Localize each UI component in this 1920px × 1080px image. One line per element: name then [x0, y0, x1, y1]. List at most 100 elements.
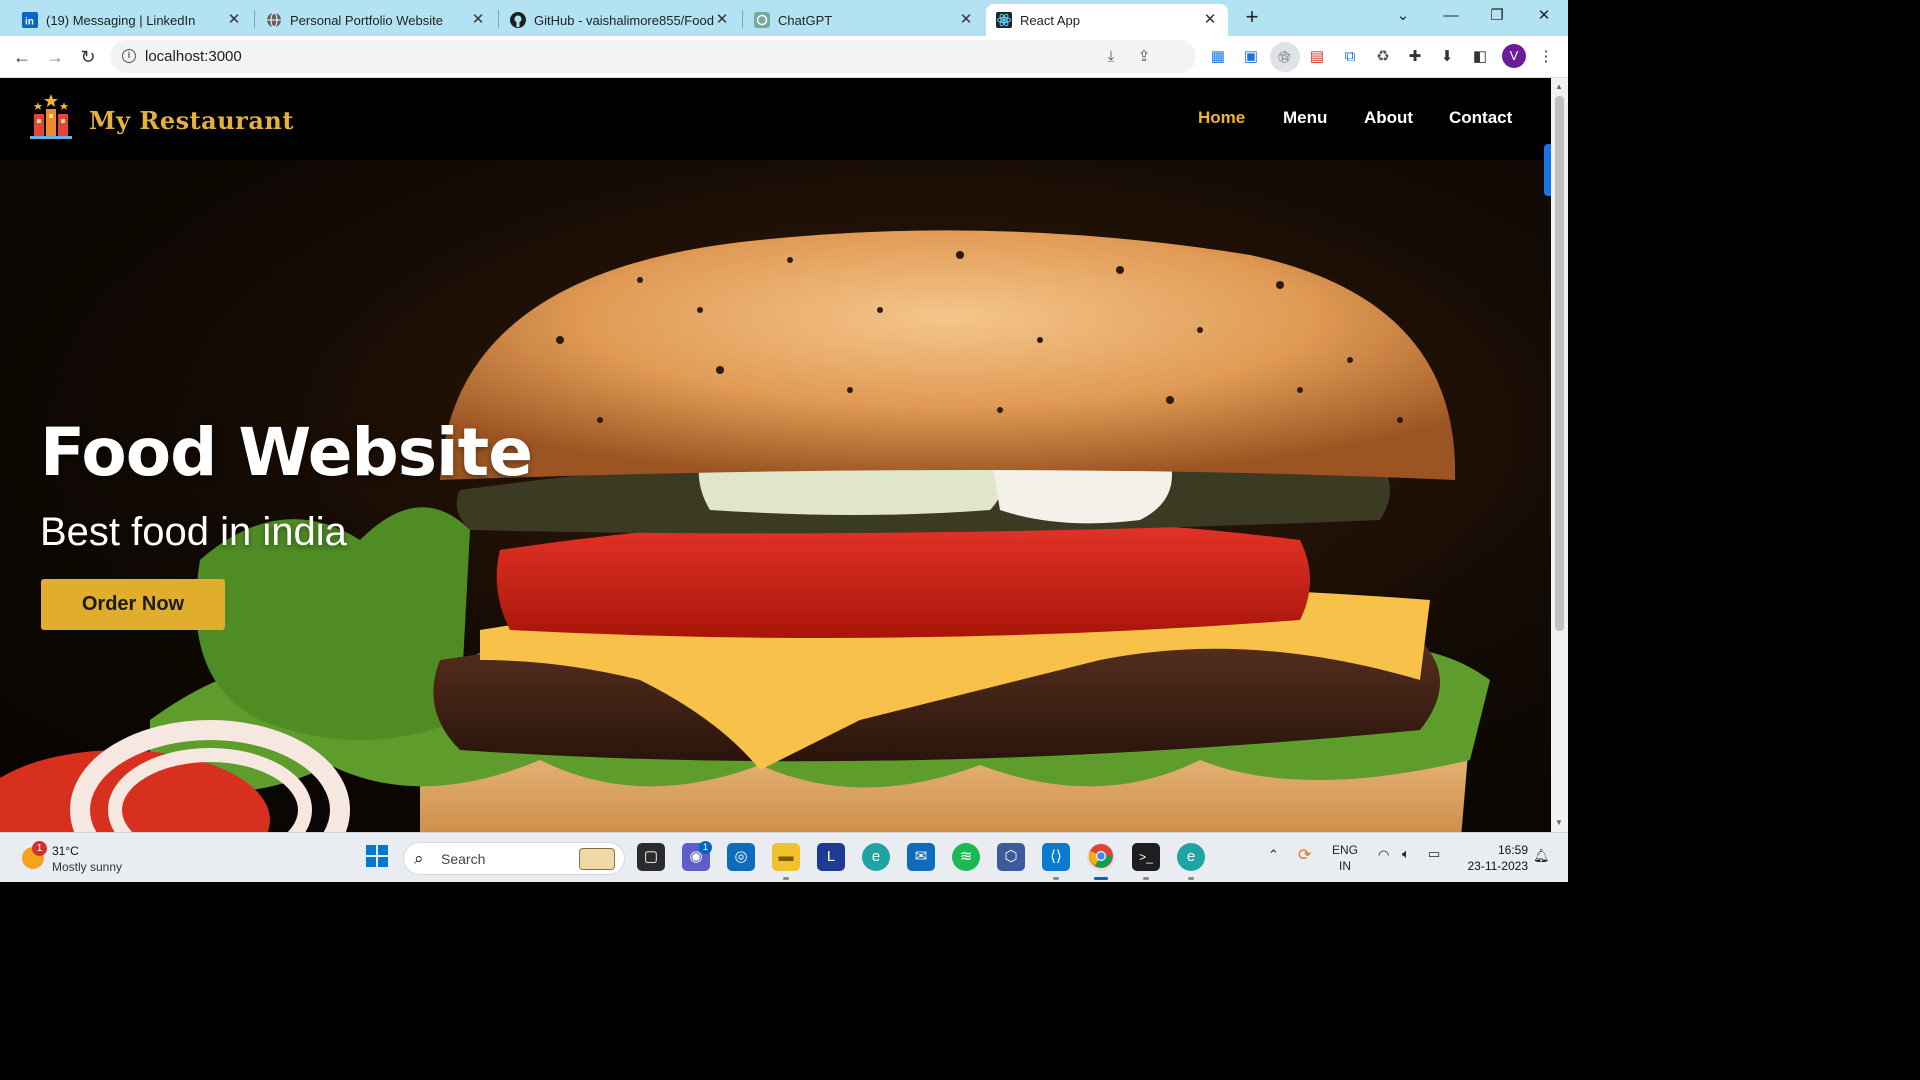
chevron-up-icon[interactable]: ⌃	[1268, 847, 1279, 863]
extension-circle-icon[interactable]: ◎	[1273, 46, 1295, 68]
close-icon[interactable]: ✕	[470, 12, 486, 28]
notifications-icon[interactable]: 🔔︎	[1533, 848, 1550, 864]
extension-grid-icon[interactable]: ▦	[1207, 46, 1229, 68]
taskbar-search-box[interactable]: ⌕ Search	[403, 842, 625, 875]
side-panel-icon[interactable]: ◧	[1469, 46, 1491, 68]
tab-divider	[498, 10, 499, 28]
extensions-puzzle-icon[interactable]: ✚	[1404, 46, 1426, 68]
volume-icon[interactable]: 🔈︎	[1402, 846, 1410, 862]
downloads-icon[interactable]: ⬇	[1436, 46, 1458, 68]
tab-title: ChatGPT	[778, 12, 833, 28]
language-indicator[interactable]: ENG IN	[1332, 842, 1358, 874]
battery-icon[interactable]: ▭	[1428, 846, 1440, 862]
wifi-icon[interactable]: ◠	[1378, 847, 1389, 863]
extension-screen-icon[interactable]: ▣	[1240, 46, 1262, 68]
scrollbar-thumb[interactable]	[1555, 96, 1564, 631]
extension-calendar-icon[interactable]: ▤	[1306, 46, 1328, 68]
mail-icon[interactable]: ✉	[907, 843, 935, 871]
site-logo-text[interactable]: My Restaurant	[89, 106, 294, 135]
search-highlight-art-icon	[579, 848, 615, 870]
close-icon[interactable]: ✕	[226, 12, 242, 28]
tab-divider	[254, 10, 255, 28]
edge-browser-icon[interactable]: e	[862, 843, 890, 871]
order-now-button[interactable]: Order Now	[41, 579, 225, 630]
scroll-down-arrow-icon[interactable]: ▼	[1555, 818, 1563, 827]
windows-start-icon[interactable]	[363, 843, 391, 871]
hero-subtitle: Best food in india	[40, 510, 347, 554]
spotify-icon[interactable]: ≋	[952, 843, 980, 871]
restaurant-logo-icon[interactable]	[26, 92, 76, 142]
close-icon[interactable]: ✕	[958, 12, 974, 28]
file-explorer-icon[interactable]: ▬	[772, 843, 800, 871]
browser-tab-strip: in (19) Messaging | LinkedIn ✕ Personal …	[0, 0, 1568, 36]
store-app-icon[interactable]: ◎	[727, 843, 755, 871]
tab-react-app[interactable]: React App ✕	[986, 4, 1228, 36]
vscode-icon[interactable]: ⟨⟩	[1042, 843, 1070, 871]
search-icon: ⌕	[414, 849, 424, 868]
install-app-icon[interactable]: ⤓	[1101, 47, 1121, 67]
tab-title: Personal Portfolio Website	[290, 12, 443, 28]
close-icon[interactable]: ✕	[714, 12, 730, 28]
react-icon	[996, 12, 1012, 28]
extension-recycle-icon[interactable]: ♻	[1372, 46, 1394, 68]
close-icon[interactable]: ✕	[1202, 12, 1218, 28]
active-app-indicator	[1094, 877, 1108, 880]
running-indicator	[783, 877, 789, 880]
address-bar[interactable]: i localhost:3000 ⤓ ⇪ ☆	[110, 40, 1300, 73]
nav-menu-link[interactable]: Menu	[1283, 108, 1327, 128]
back-arrow-icon[interactable]: ←	[9, 44, 35, 70]
burger-image	[0, 230, 1490, 832]
terminal-icon[interactable]: >_	[1132, 843, 1160, 871]
tab-title: (19) Messaging | LinkedIn	[46, 12, 196, 28]
virtualbox-icon[interactable]: ⬡	[997, 843, 1025, 871]
weather-widget[interactable]: 1 31°C Mostly sunny	[20, 841, 170, 877]
tab-title: GitHub - vaishalimore855/Food-	[534, 12, 714, 28]
running-indicator	[1053, 877, 1059, 880]
hero-section	[0, 160, 1551, 832]
nav-about-link[interactable]: About	[1364, 108, 1413, 128]
window-close-icon[interactable]: ✕	[1527, 4, 1561, 30]
tab-linkedin[interactable]: in (19) Messaging | LinkedIn ✕	[12, 4, 252, 36]
sync-icon[interactable]: ⟳	[1298, 845, 1311, 865]
clock-date: 23-11-2023	[1467, 859, 1529, 873]
chrome-icon[interactable]	[1087, 843, 1115, 871]
chatgpt-icon	[754, 12, 770, 28]
taskbar-search-label: Search	[441, 851, 486, 867]
page-scrollbar[interactable]: ▲ ▼	[1551, 78, 1568, 832]
more-menu-icon[interactable]: ⋮	[1535, 46, 1557, 68]
scroll-up-arrow-icon[interactable]: ▲	[1555, 82, 1563, 91]
restore-icon[interactable]: ❐	[1480, 4, 1514, 30]
meet-badge: 1	[699, 841, 712, 854]
clock-time: 16:59	[1497, 843, 1528, 857]
extension-copy-icon[interactable]: ⧉	[1339, 46, 1361, 68]
site-info-icon[interactable]: i	[122, 49, 136, 63]
tab-portfolio[interactable]: Personal Portfolio Website ✕	[256, 4, 496, 36]
url-text[interactable]: localhost:3000	[145, 48, 242, 65]
region-code: IN	[1339, 859, 1351, 873]
weather-temperature: 31°C	[52, 844, 79, 858]
edge-dev-icon[interactable]: e	[1177, 843, 1205, 871]
windows-taskbar: 1 31°C Mostly sunny ⌕ Search ▢ ◉ 1 ◎ ▬ L…	[0, 832, 1568, 882]
nav-home-link[interactable]: Home	[1198, 108, 1245, 128]
globe-icon	[266, 12, 282, 28]
app-l-icon[interactable]: L	[817, 843, 845, 871]
tab-github[interactable]: GitHub - vaishalimore855/Food- ✕	[500, 4, 740, 36]
forward-arrow-icon[interactable]: →	[42, 44, 68, 70]
tab-search-chevron-icon[interactable]: ⌄	[1386, 4, 1420, 30]
running-indicator	[1188, 877, 1194, 880]
browser-toolbar: ← → ↻ i localhost:3000 ⤓ ⇪ ☆ ▦ ▣ ◎ ▤ ⧉ ♻…	[0, 36, 1568, 78]
task-view-icon[interactable]: ▢	[637, 843, 665, 871]
tab-divider	[742, 10, 743, 28]
system-clock[interactable]: 16:59 23-11-2023	[1462, 842, 1529, 874]
new-tab-plus-icon[interactable]: +	[1240, 6, 1264, 30]
tab-chatgpt[interactable]: ChatGPT ✕	[744, 4, 984, 36]
share-icon[interactable]: ⇪	[1134, 47, 1154, 67]
svg-text:in: in	[25, 17, 34, 28]
reload-icon[interactable]: ↻	[75, 44, 101, 70]
weather-condition: Mostly sunny	[52, 860, 123, 874]
nav-contact-link[interactable]: Contact	[1449, 108, 1512, 128]
linkedin-icon: in	[22, 12, 38, 28]
minimize-icon[interactable]: —	[1434, 4, 1468, 30]
profile-avatar[interactable]: V	[1502, 44, 1526, 68]
github-icon	[510, 12, 526, 28]
